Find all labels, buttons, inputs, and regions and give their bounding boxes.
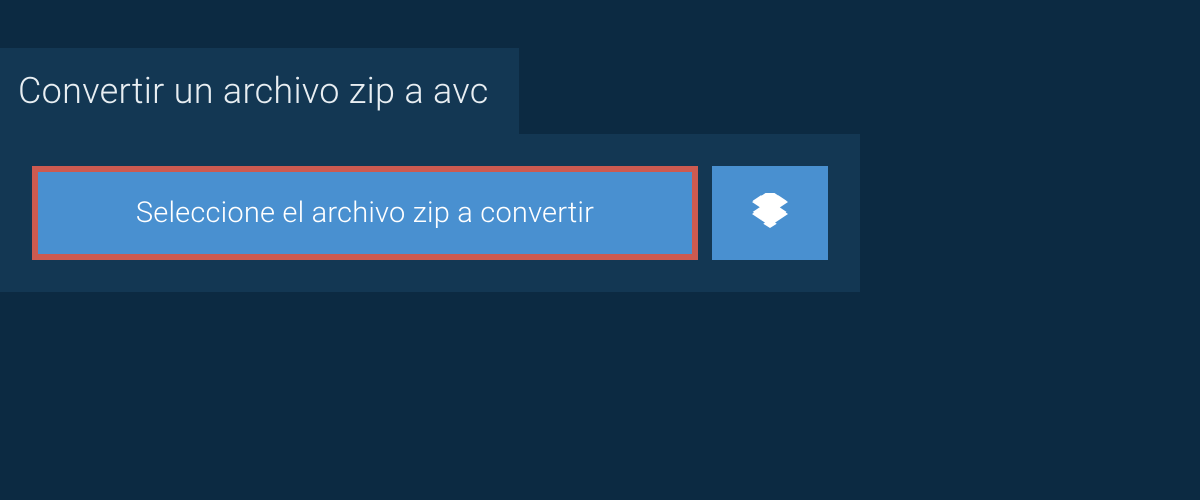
page-title: Convertir un archivo zip a avc (18, 70, 489, 112)
dropbox-button[interactable] (712, 166, 828, 260)
main-panel: Seleccione el archivo zip a convertir (0, 134, 860, 292)
button-row: Seleccione el archivo zip a convertir (32, 166, 828, 260)
select-file-button[interactable]: Seleccione el archivo zip a convertir (32, 166, 698, 260)
dropbox-icon (752, 193, 788, 233)
header-bar: Convertir un archivo zip a avc (0, 48, 519, 134)
select-file-label: Seleccione el archivo zip a convertir (136, 196, 594, 230)
